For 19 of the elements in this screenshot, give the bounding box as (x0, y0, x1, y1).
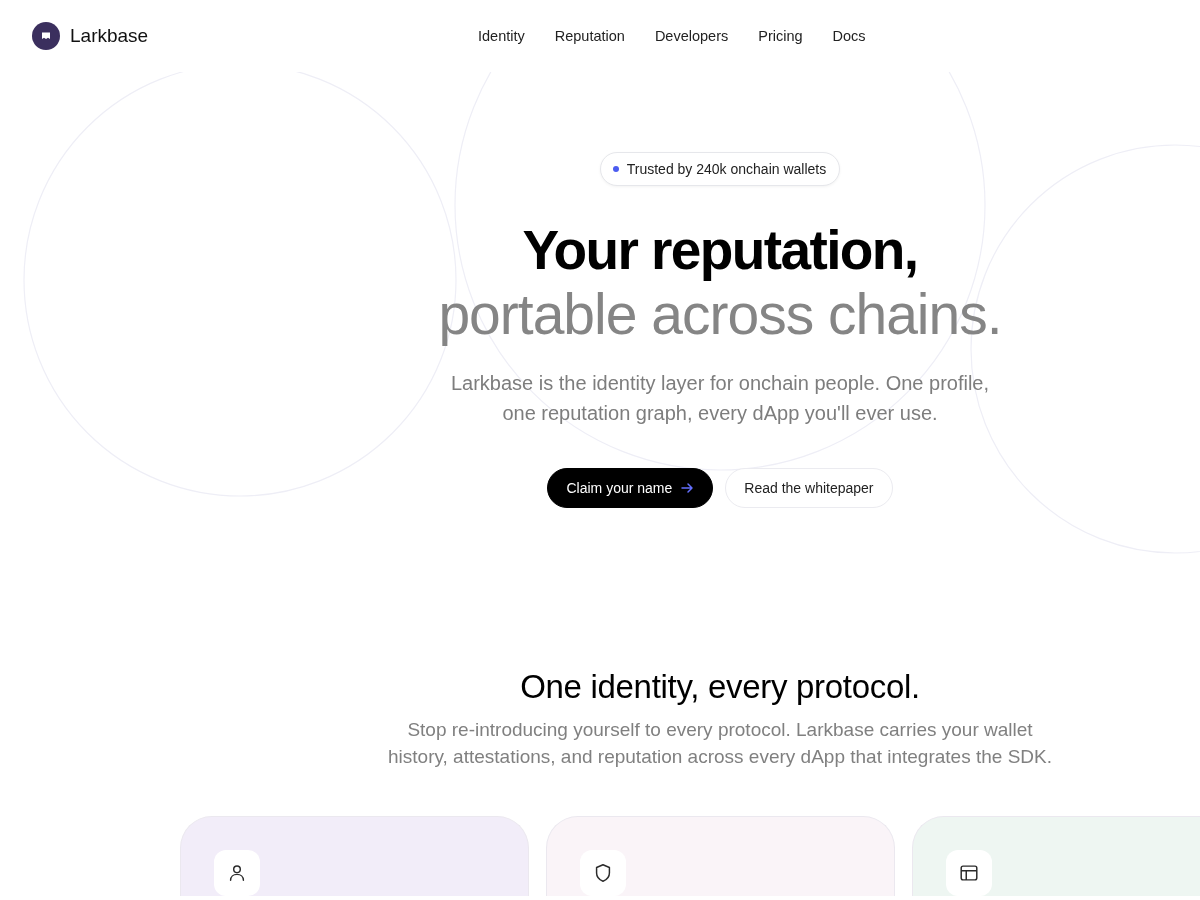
section-description: Stop re-introducing yourself to every protocol. Larkbase carries your wallet history, attestations, and reputation across every dApp that integrates the SDK. (387, 718, 1053, 769)
brand-name[interactable]: Larkbase (70, 25, 149, 47)
whitepaper-button[interactable]: Read the whitepaper (725, 468, 893, 508)
headline-subline: portable across chains. (438, 282, 1002, 346)
section-title: One identity, every protocol. (520, 667, 920, 707)
badge-text: Trusted by 240k onchain wallets (626, 161, 827, 177)
layout-icon (946, 850, 992, 896)
logo-icon[interactable] (32, 22, 60, 50)
arrow-right-icon (680, 481, 695, 495)
nav-link[interactable]: Docs (832, 28, 866, 44)
person-icon (214, 850, 260, 896)
status-dot-icon (612, 166, 619, 172)
headline: Your reputation, (522, 218, 918, 282)
hero-description: Larkbase is the identity layer for onchain people. One profile, one reputation graph, every dApp you'll ever use. (449, 371, 991, 426)
claim-button[interactable]: Claim your name (547, 468, 714, 508)
nav-link[interactable]: Developers (654, 28, 729, 44)
nav-link[interactable]: Identity (478, 28, 525, 44)
nav-link[interactable]: Reputation (554, 28, 625, 44)
nav-link[interactable]: Pricing (758, 28, 803, 44)
